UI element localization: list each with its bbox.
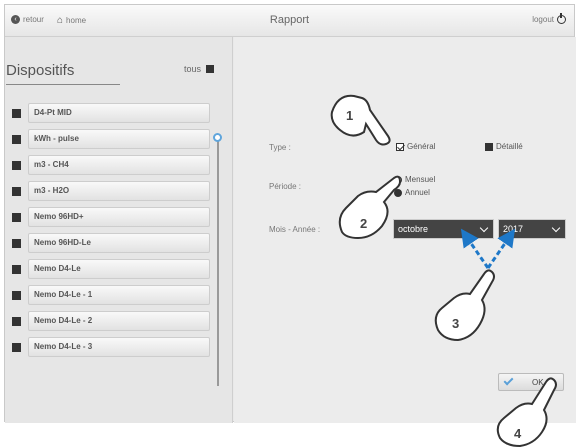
device-checkbox[interactable] — [12, 108, 21, 118]
period-label: Période : — [269, 182, 302, 191]
type-general-option[interactable]: Général — [396, 142, 435, 151]
pointing-hand-icon: 3 — [434, 269, 495, 342]
month-year-label: Mois - Année : — [269, 225, 321, 234]
device-checkbox[interactable] — [12, 212, 21, 222]
type-general-label: Général — [407, 142, 436, 151]
logout-button[interactable]: logout — [532, 13, 566, 24]
device-button[interactable]: D4-Pt MID — [28, 103, 210, 123]
device-checkbox[interactable] — [12, 160, 21, 170]
device-checkbox[interactable] — [12, 316, 21, 326]
period-monthly-label: Mensuel — [405, 175, 436, 184]
device-button[interactable]: kWh - pulse — [28, 129, 210, 149]
device-checkbox[interactable] — [12, 342, 21, 352]
device-button[interactable]: Nemo 96HD-Le — [28, 233, 210, 253]
list-item[interactable]: Nemo D4-Le — [12, 259, 210, 279]
type-detailed-option[interactable]: Détaillé — [485, 142, 523, 151]
list-item[interactable]: D4-Pt MID — [12, 103, 210, 123]
list-scrollbar[interactable] — [217, 140, 219, 386]
scrollbar-handle[interactable] — [213, 133, 222, 142]
device-button[interactable]: Nemo D4-Le - 1 — [28, 285, 210, 305]
device-button[interactable]: Nemo D4-Le — [28, 259, 210, 279]
pointing-hand-icon: 4 — [496, 377, 557, 448]
device-button[interactable]: m3 - CH4 — [28, 155, 210, 175]
period-yearly-label: Annuel — [405, 188, 430, 197]
logout-label: logout — [532, 15, 554, 24]
arrow-to-month-select — [460, 228, 490, 269]
type-general-checkbox[interactable] — [396, 142, 404, 151]
list-item[interactable]: Nemo D4-Le - 3 — [12, 337, 210, 357]
list-item[interactable]: m3 - H2O — [12, 181, 210, 201]
arrow-to-year-select — [486, 228, 516, 269]
type-detailed-checkbox[interactable] — [485, 142, 493, 151]
device-button[interactable]: Nemo D4-Le - 3 — [28, 337, 210, 357]
callout-number: 1 — [346, 108, 353, 123]
month-value: octobre — [398, 224, 429, 234]
type-detailed-label: Détaillé — [496, 142, 523, 151]
device-list: D4-Pt MID kWh - pulse m3 - CH4 m3 - H2O … — [12, 103, 210, 363]
page-title: Rapport — [269, 14, 310, 26]
device-checkbox[interactable] — [12, 264, 21, 274]
list-item[interactable]: Nemo 96HD+ — [12, 207, 210, 227]
device-button[interactable]: Nemo 96HD+ — [28, 207, 210, 227]
callout-number: 2 — [360, 216, 367, 231]
select-all-toggle[interactable]: tous — [184, 64, 215, 74]
device-checkbox[interactable] — [12, 134, 21, 144]
list-item[interactable]: Nemo D4-Le - 1 — [12, 285, 210, 305]
select-all-label: tous — [184, 64, 202, 74]
device-checkbox[interactable] — [12, 290, 21, 300]
device-checkbox[interactable] — [12, 186, 21, 196]
pointing-hand-icon: 2 — [338, 175, 402, 240]
callout-number: 3 — [452, 316, 459, 331]
list-item[interactable]: kWh - pulse — [12, 129, 210, 149]
power-icon — [557, 13, 566, 24]
select-all-checkbox[interactable] — [206, 65, 215, 73]
list-item[interactable]: Nemo 96HD-Le — [12, 233, 210, 253]
pointing-hand-icon: 1 — [330, 94, 391, 146]
device-checkbox[interactable] — [12, 238, 21, 248]
top-bar: ‹ retour ⌂ home Rapport logout — [5, 5, 574, 37]
chevron-down-icon — [551, 223, 561, 233]
type-label: Type : — [269, 143, 291, 152]
device-button[interactable]: Nemo D4-Le - 2 — [28, 311, 210, 331]
device-button[interactable]: m3 - H2O — [28, 181, 210, 201]
callout-number: 4 — [514, 426, 522, 441]
devices-title: Dispositifs — [6, 62, 75, 79]
list-item[interactable]: m3 - CH4 — [12, 155, 210, 175]
devices-title-underline — [6, 84, 120, 85]
list-item[interactable]: Nemo D4-Le - 2 — [12, 311, 210, 331]
